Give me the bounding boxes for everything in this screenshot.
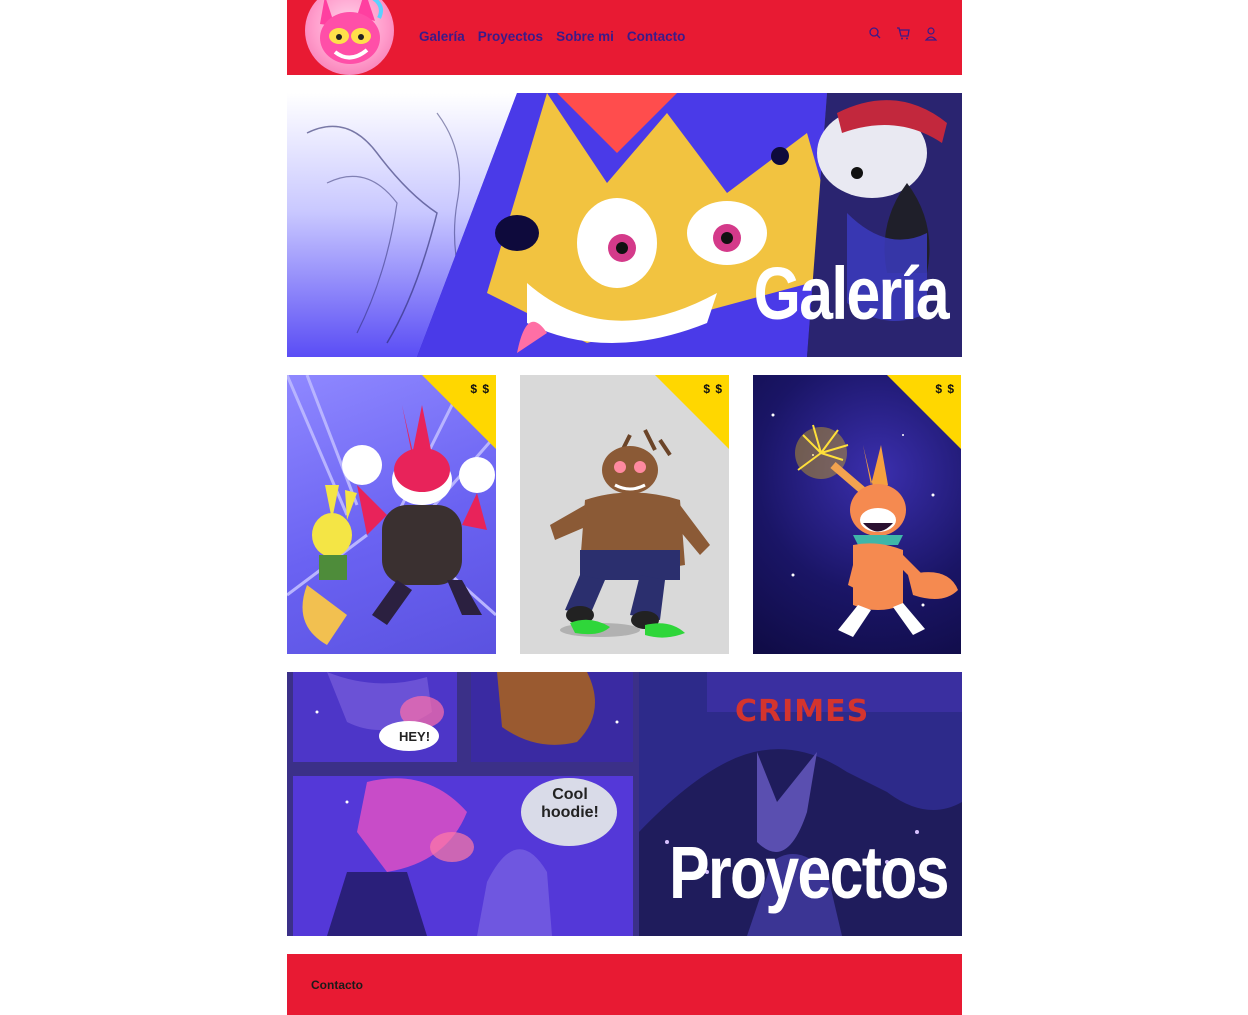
artwork-card-2[interactable]: $ $	[520, 375, 729, 654]
cart-icon[interactable]	[896, 25, 910, 41]
main-nav: Galería Proyectos Sobre mi Contacto	[419, 29, 685, 44]
nav-proyectos[interactable]: Proyectos	[478, 29, 543, 44]
gallery-banner[interactable]: Galería	[287, 93, 962, 357]
projects-banner[interactable]: HEY! Cool hoodie! CRIMES Proyectos	[287, 672, 962, 936]
site-footer: Contacto	[287, 954, 962, 1015]
nav-galeria[interactable]: Galería	[419, 29, 465, 44]
artwork-card-3[interactable]: $ $	[753, 375, 961, 654]
comic-bubble-hey: HEY!	[399, 729, 431, 744]
footer-contact-label[interactable]: Contacto	[311, 978, 363, 992]
comic-bubble-hoodie: Cool hoodie!	[541, 786, 599, 822]
site-header: Galería Proyectos Sobre mi Contacto	[287, 0, 962, 75]
page: Galería Proyectos Sobre mi Contacto Gale…	[287, 0, 962, 1015]
user-icon[interactable]	[924, 25, 938, 41]
price-tag: $ $	[703, 382, 723, 396]
project-logo-text: CRIMES	[735, 694, 870, 729]
nav-sobre-mi[interactable]: Sobre mi	[556, 29, 614, 44]
projects-banner-title: Proyectos	[669, 831, 949, 914]
price-tag: $ $	[470, 382, 490, 396]
price-tag: $ $	[935, 382, 955, 396]
artwork-card-1[interactable]: $ $	[287, 375, 496, 654]
search-icon[interactable]	[868, 25, 882, 41]
gallery-banner-title: Galería	[753, 252, 950, 335]
site-logo[interactable]	[305, 0, 394, 75]
nav-contacto[interactable]: Contacto	[627, 29, 686, 44]
header-icons	[868, 25, 938, 41]
